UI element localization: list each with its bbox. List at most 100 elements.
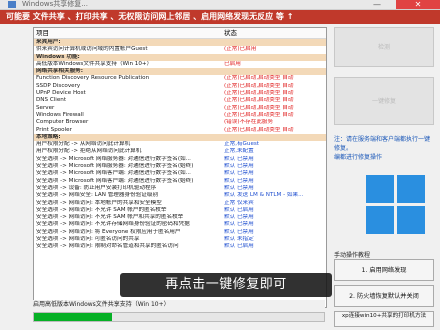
hint-line-2: 编都进行修复操作: [334, 154, 383, 161]
progress-bar: [33, 312, 325, 322]
row-item: 安全选项 -> Microsoft 网络客户端: 对通信进行数字签名(始终): [36, 177, 194, 184]
table-row[interactable]: 用户权限分配 -> 拒绝从网络访问此计算机 正常,未配置: [34, 148, 326, 155]
repair-hint: 注：请在服务端和客户端都执行一键修复。 编都进行修复操作: [334, 135, 434, 162]
check-table: 项目 状态 来宾用户: 供来宾访问计算机或访问域的内置帐户Guest (正常)已启用…: [33, 27, 327, 308]
table-row[interactable]: Windows Firewall (正常)已启动,启动类型 自动: [34, 112, 326, 119]
row-item: Print Spooler: [36, 126, 72, 133]
row-item: 用户权限分配 -> 拒绝从网络访问此计算机: [36, 148, 142, 155]
column-header-status[interactable]: 状态: [224, 28, 237, 38]
table-row[interactable]: 安全选项 -> 网络访问: 可匿名访问的共享 默认 未指定: [34, 236, 326, 243]
row-item: 安全选项 -> 网络访问: 将 Everyone 权限应用于匿名用户: [36, 228, 181, 235]
logo-tile: [397, 206, 425, 234]
minimize-button[interactable]: —: [366, 0, 388, 9]
table-row[interactable]: 安全选项 -> 网络安全: LAN 管理器身份验证级别 默认 发送 LM & NT…: [34, 192, 326, 199]
row-item: Windows 功能:: [36, 53, 80, 60]
row-item: SSDP Discovery: [36, 82, 81, 89]
row-status: 默认 已启用: [224, 206, 254, 213]
table-row[interactable]: 安全选项 -> Microsoft 网络服务器: 对通信进行数字签名(如... 默…: [34, 156, 326, 163]
table-row[interactable]: 安全选项 -> Microsoft 网络服务器: 对通信进行数字签名(始终) 默认…: [34, 163, 326, 170]
row-status: 正常,有Guest: [224, 141, 259, 148]
table-section-row[interactable]: Windows 功能:: [34, 53, 326, 61]
row-status: 默认 已禁用: [224, 214, 254, 221]
video-subtitle: 再点击一键修复即可: [120, 273, 332, 297]
row-item: 网络共享相关服务:: [36, 68, 83, 75]
table-section-row[interactable]: 来宾用户:: [34, 39, 326, 47]
table-row[interactable]: 安全选项 -> 网络访问: 本地帐户的共享和安全模型 正常 仅来宾: [34, 200, 326, 207]
row-status: 正常,未配置: [224, 148, 254, 155]
app-icon: [8, 1, 16, 8]
row-item: 供来宾访问计算机或访问域的内置帐户Guest: [36, 46, 148, 53]
table-row[interactable]: 安全选项 -> 网络访问: 不允许 SAM 帐户的匿名枚举 默认 已启用: [34, 207, 326, 214]
row-item: 高低版本Windows文件共享支持（Win 10+）: [36, 60, 153, 67]
row-item: Server: [36, 104, 55, 111]
enable-network-discovery-button[interactable]: 1. 启用网络发现: [334, 259, 434, 281]
table-section-row[interactable]: 网络共享相关服务:: [34, 68, 326, 76]
table-row[interactable]: Print Spooler (正常)已启动,启动类型 自动: [34, 127, 326, 134]
table-row[interactable]: UPnP Device Host (正常)已启动,启动类型 自动: [34, 90, 326, 97]
row-item: 安全选项 -> 设备: 防止用户安装打印机驱动程序: [36, 184, 157, 191]
row-item: 安全选项 -> 网络访问: 限制对命名管道和共享的匿名访问: [36, 243, 179, 250]
row-item: 安全选项 -> 网络访问: 本地帐户的共享和安全模型: [36, 199, 162, 206]
row-status: (正常)已启动,启动类型 自动: [224, 111, 294, 118]
status-text: 启用高低版本Windows文件共享支持（Win 10+）: [33, 300, 325, 309]
table-row[interactable]: 高低版本Windows文件共享支持（Win 10+） 已启用: [34, 61, 326, 68]
table-row[interactable]: 安全选项 -> 设备: 防止用户安装打印机驱动程序 默认 已禁用: [34, 185, 326, 192]
row-item: 本地策略:: [36, 133, 61, 140]
table-row[interactable]: 安全选项 -> 网络访问: 不允许存储网络身份验证的密码和凭据 默认 已禁用: [34, 221, 326, 228]
table-row[interactable]: 安全选项 -> 网络访问: 不允许 SAM 帐户和共享的匿名枚举 默认 已禁用: [34, 214, 326, 221]
row-item: Windows Firewall: [36, 111, 84, 118]
table-row[interactable]: 安全选项 -> 网络访问: 将 Everyone 权限应用于匿名用户 默认 已禁用: [34, 229, 326, 236]
table-row[interactable]: 供来宾访问计算机或访问域的内置帐户Guest (正常)已启用: [34, 46, 326, 53]
row-status: 默认 已禁用: [224, 170, 254, 177]
table-row[interactable]: Function Discovery Resource Publication (…: [34, 75, 326, 82]
row-item: 安全选项 -> 网络访问: 不允许存储网络身份验证的密码和凭据: [36, 221, 190, 228]
row-status: (正常)已启动,启动类型 自动: [224, 97, 294, 104]
side-panel: 检测 一键修复 注：请在服务端和客户端都执行一键修复。 编都进行修复操作 手动操…: [330, 27, 440, 330]
table-row[interactable]: 用户权限分配 -> 从网络访问此计算机 正常,有Guest: [34, 141, 326, 148]
row-status: 默认 发送 LM & NTLM - 如果...: [224, 192, 304, 199]
table-section-row[interactable]: 本地策略:: [34, 133, 326, 142]
row-item: 安全选项 -> Microsoft 网络客户端: 对通信进行数字签名(如...: [36, 170, 191, 177]
table-row[interactable]: SSDP Discovery (正常)已启动,启动类型 自动: [34, 83, 326, 90]
window-title: Windows共享修复...: [22, 0, 88, 8]
logo-tile: [366, 206, 394, 234]
row-status: 默认 已禁用: [224, 155, 254, 162]
row-item: Function Discovery Resource Publication: [36, 75, 150, 82]
row-status: (正常)已启动,启动类型 自动: [224, 126, 294, 133]
row-item: DNS Client: [36, 97, 67, 104]
row-status: 默认 已禁用: [224, 228, 254, 235]
row-status: 正常 仅来宾: [224, 199, 254, 206]
table-row[interactable]: DNS Client (正常)已启动,启动类型 自动: [34, 97, 326, 104]
row-status: 默认 未指定: [224, 236, 254, 243]
hint-line-1: 注：请在服务端和客户端都执行一键修复。: [334, 136, 431, 152]
row-item: 安全选项 -> Microsoft 网络服务器: 对通信进行数字签名(如...: [36, 155, 191, 162]
table-row[interactable]: 安全选项 -> Microsoft 网络客户端: 对通信进行数字签名(始终) 默认…: [34, 178, 326, 185]
row-status: 已启用: [224, 60, 241, 67]
table-row[interactable]: 安全选项 -> 网络访问: 限制对命名管道和共享的匿名访问 默认 已启用: [34, 243, 326, 250]
row-status: (正常)已启动,启动类型 自动: [224, 75, 294, 82]
table-row[interactable]: Computer Browser (错误)不存在此服务: [34, 119, 326, 126]
row-item: 安全选项 -> Microsoft 网络服务器: 对通信进行数字签名(始终): [36, 163, 194, 170]
row-status: (正常)已启动,启动类型 自动: [224, 90, 294, 97]
one-click-repair-button[interactable]: 一键修复: [334, 77, 434, 125]
progress-fill: [34, 313, 113, 321]
info-banner: 可能要 文件共享 、打印共享 、无权限访问网上邻居 、启用网络发现无反应 等 ↑: [0, 10, 440, 24]
row-item: UPnP Device Host: [36, 90, 86, 97]
table-row[interactable]: Server (正常)已启动,启动类型 自动: [34, 105, 326, 112]
table-rows: 来宾用户: 供来宾访问计算机或访问域的内置帐户Guest (正常)已启用 Window…: [34, 39, 326, 251]
xp-printer-method-button[interactable]: xp连接win10+共享的打印机方法: [334, 311, 434, 327]
firewall-default-button[interactable]: 2. 防火墙恢复默认并关闭: [334, 285, 434, 307]
row-item: 安全选项 -> 网络访问: 不允许 SAM 帐户的匿名枚举: [36, 206, 167, 213]
table-row[interactable]: 安全选项 -> Microsoft 网络客户端: 对通信进行数字签名(如... 默…: [34, 170, 326, 177]
row-status: (错误)不存在此服务: [224, 119, 274, 126]
column-header-item[interactable]: 项目: [36, 28, 49, 38]
row-item: Computer Browser: [36, 119, 89, 126]
close-button[interactable]: ✕: [396, 0, 440, 9]
row-item: 来宾用户:: [36, 39, 61, 45]
row-status: (正常)已启动,启动类型 自动: [224, 82, 294, 89]
row-status: 默认 已禁用: [224, 184, 254, 191]
row-status: 默认 已禁用: [224, 221, 254, 228]
detect-button[interactable]: 检测: [334, 27, 434, 67]
row-status: 默认 已禁用: [224, 163, 254, 170]
row-item: 安全选项 -> 网络访问: 可匿名访问的共享: [36, 236, 140, 243]
